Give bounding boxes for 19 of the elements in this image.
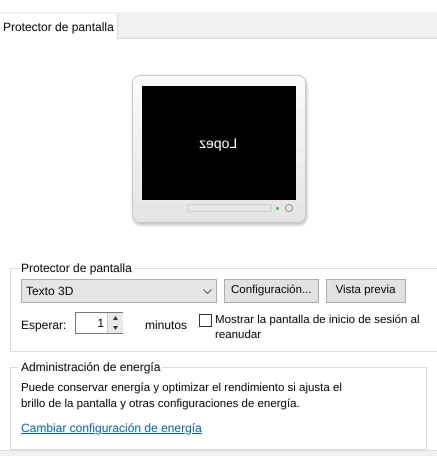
preview-text: Lopez	[199, 134, 238, 153]
wait-spinbox[interactable]: 1	[75, 312, 123, 334]
unit-label: minutos	[145, 317, 188, 334]
power-light-icon	[276, 206, 278, 210]
wait-label: Esperar:	[21, 317, 68, 334]
power-description: Puede conservar energía y optimizar el rendimiento si ajusta el brillo de la pantalla y otras configuraciones de energía.	[21, 381, 343, 412]
checkbox-label[interactable]: Mostrar la pantalla de inicio de sesión al reanudar	[215, 313, 434, 343]
screensaver-dropdown[interactable]: Texto 3D	[21, 279, 217, 303]
checkbox[interactable]	[199, 314, 212, 327]
chevron-down-icon	[203, 288, 212, 294]
tab[interactable]: Protector de pantalla	[0, 14, 118, 39]
power-button-icon	[284, 204, 292, 212]
group-title: Protector de pantalla	[20, 260, 133, 277]
preview-button[interactable]: Vista previa	[326, 279, 406, 303]
spin-down-icon[interactable]	[108, 323, 123, 333]
power-settings-link[interactable]: Cambiar configuración de energía	[21, 419, 202, 437]
settings-button[interactable]: Configuración...	[224, 279, 319, 303]
spin-up-icon[interactable]	[108, 313, 123, 323]
group-title: Administración de energía	[20, 359, 162, 376]
